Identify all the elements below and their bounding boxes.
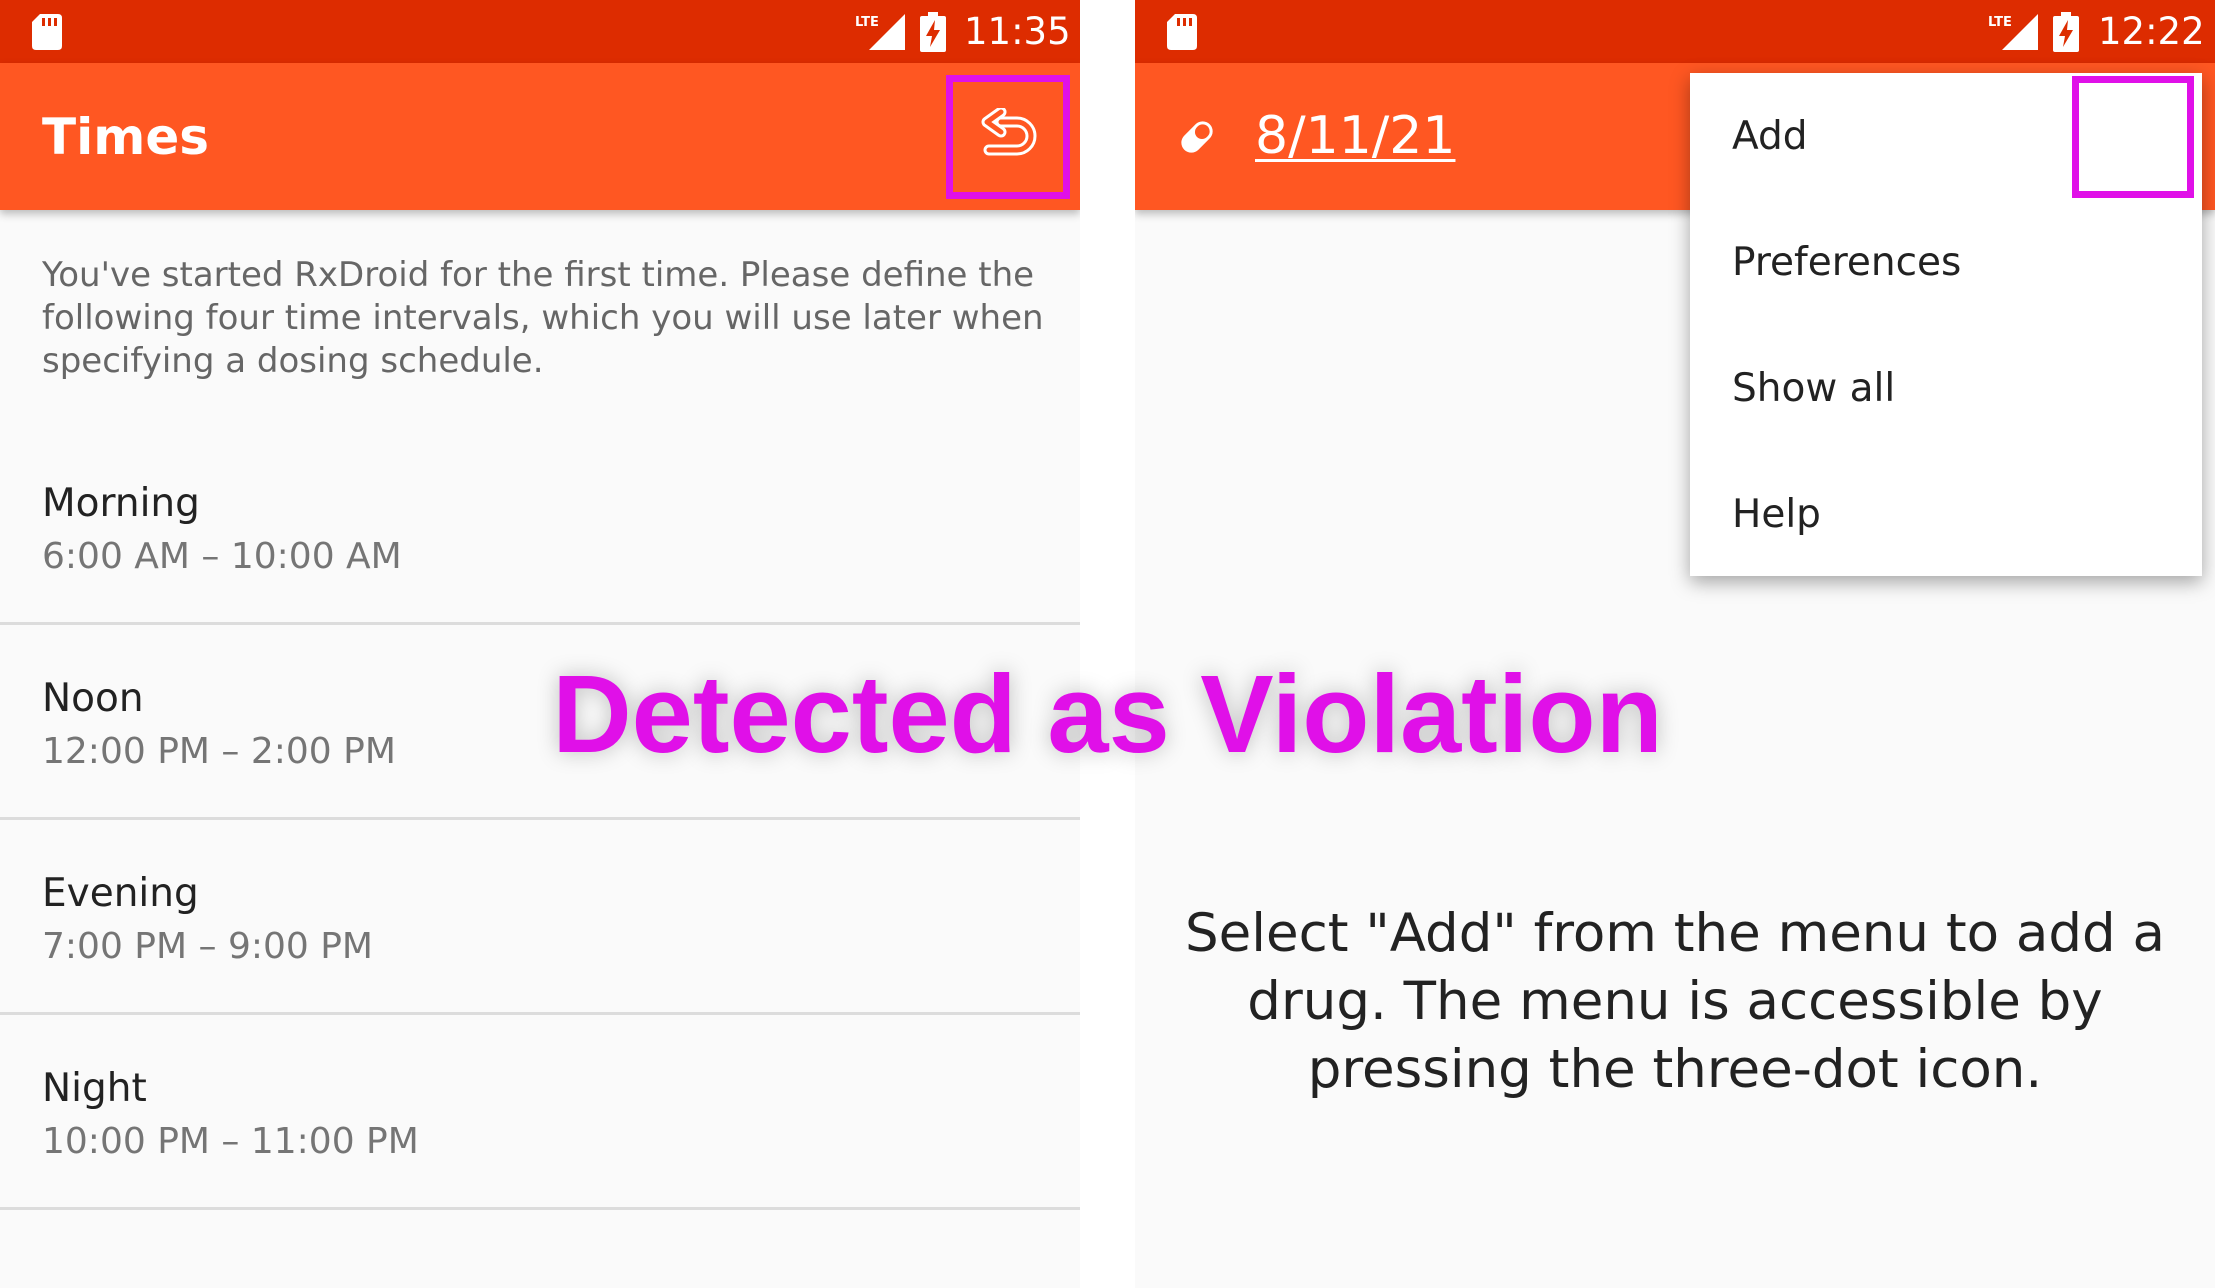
time-interval-evening[interactable]: Evening 7:00 PM – 9:00 PM [0, 820, 1080, 1015]
date-link[interactable]: 8/11/21 [1255, 105, 1455, 167]
right-screen: LTE 12:22 8/11/21 Select "Add" from the … [1135, 0, 2215, 1288]
undo-icon [981, 108, 1037, 156]
status-bar: LTE 12:22 [1135, 0, 2215, 63]
menu-item-label: Preferences [1732, 240, 1962, 285]
violation-highlight-box [2072, 76, 2194, 198]
time-interval-morning[interactable]: Morning 6:00 AM – 10:00 AM [0, 430, 1080, 625]
sd-card-icon [32, 14, 62, 50]
time-interval-range: 7:00 PM – 9:00 PM [42, 926, 373, 967]
app-bar: Times [0, 63, 1080, 210]
sd-card-icon [1167, 14, 1197, 50]
svg-text:LTE: LTE [855, 15, 879, 30]
lte-signal-icon: LTE [855, 14, 905, 50]
svg-text:LTE: LTE [1988, 15, 2012, 30]
intro-text: You've started RxDroid for the first tim… [42, 255, 1044, 381]
time-interval-range: 6:00 AM – 10:00 AM [42, 536, 402, 577]
battery-charging-icon [2053, 12, 2079, 52]
menu-item-label: Add [1732, 114, 1808, 159]
time-interval-name: Evening [42, 871, 199, 916]
empty-hint: Select "Add" from the menu to add a drug… [1185, 903, 2165, 1100]
status-bar: LTE 11:35 [0, 0, 1080, 63]
time-interval-range: 10:00 PM – 11:00 PM [42, 1121, 419, 1162]
menu-item-label: Show all [1732, 366, 1896, 411]
menu-item-show-all[interactable]: Show all [1690, 325, 2202, 451]
page-title: Times [42, 108, 210, 166]
time-interval-night[interactable]: Night 10:00 PM – 11:00 PM [0, 1015, 1080, 1210]
menu-item-label: Help [1732, 492, 1821, 537]
battery-charging-icon [920, 12, 946, 52]
violation-label: Detected as Violation [552, 653, 1663, 776]
time-interval-name: Morning [42, 481, 200, 526]
pill-icon [1181, 121, 1213, 153]
undo-button[interactable] [946, 75, 1070, 199]
left-screen: LTE 11:35 Times You've started RxDroid f… [0, 0, 1080, 1288]
lte-signal-icon: LTE [1988, 14, 2038, 50]
menu-item-help[interactable]: Help [1690, 451, 2202, 577]
time-interval-name: Night [42, 1066, 147, 1111]
status-clock: 11:35 [964, 10, 1071, 53]
menu-item-preferences[interactable]: Preferences [1690, 199, 2202, 325]
status-clock: 12:22 [2098, 10, 2205, 53]
